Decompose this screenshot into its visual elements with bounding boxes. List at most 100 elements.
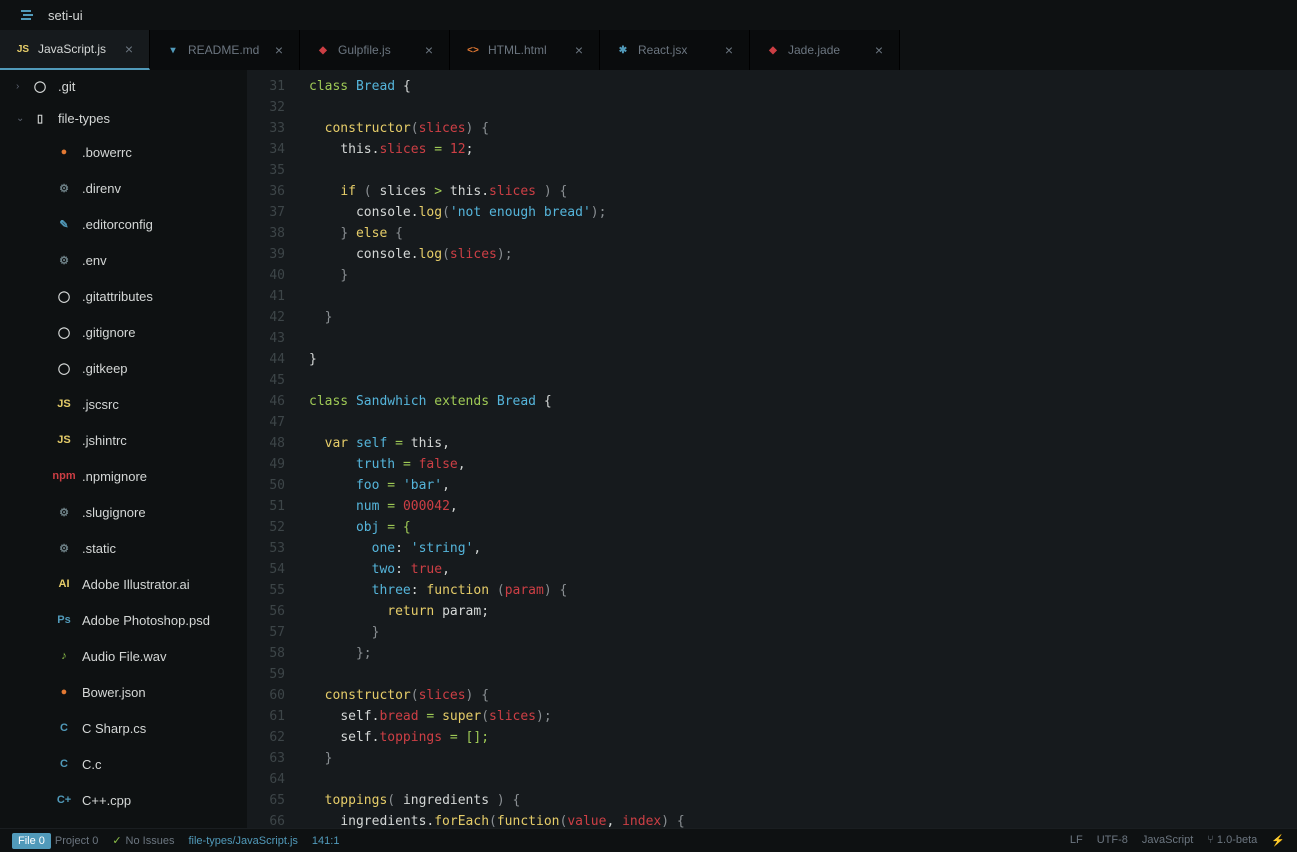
line-gutter: 31 32 33 34 35 36 37 38 39 40 41 42 43 4… [247, 70, 297, 828]
code-content[interactable]: class Bread { constructor(slices) { this… [297, 70, 1297, 828]
close-icon[interactable]: × [725, 42, 733, 58]
file-label: Adobe Photoshop.psd [82, 613, 210, 628]
file-icon: C+ [56, 792, 72, 808]
tree-label: .git [58, 79, 75, 94]
file-item[interactable]: ◯ .gitkeep [0, 350, 247, 386]
tab-label: JavaScript.js [38, 42, 106, 56]
tab-label: Gulpfile.js [338, 43, 391, 57]
file-label: .gitkeep [82, 361, 128, 376]
editor: 31 32 33 34 35 36 37 38 39 40 41 42 43 4… [247, 70, 1297, 828]
file-label: .jshintrc [82, 433, 127, 448]
tree-label: file-types [58, 111, 110, 126]
tree-item-git[interactable]: › ◯ .git [0, 70, 247, 102]
check-icon: ✓ [112, 835, 121, 847]
tab-label: HTML.html [488, 43, 547, 57]
squirrel-icon[interactable]: ⚡ [1271, 834, 1285, 847]
file-icon: ✎ [56, 216, 72, 232]
tab-label: README.md [188, 43, 259, 57]
file-item[interactable]: ⚙.env [0, 242, 247, 278]
close-icon[interactable]: × [875, 42, 883, 58]
tab-html-html[interactable]: <> HTML.html × [450, 30, 600, 70]
file-item[interactable]: ✎ .editorconfig [0, 206, 247, 242]
tab-gulpfile-js[interactable]: ◆ Gulpfile.js × [300, 30, 450, 70]
status-project-count[interactable]: Project 0 [55, 835, 98, 847]
app-title: seti-ui [48, 8, 83, 23]
tab-javascript-js[interactable]: JS JavaScript.js × [0, 30, 150, 70]
git-branch-icon: ⑂ [1207, 834, 1214, 846]
status-language[interactable]: JavaScript [1142, 834, 1193, 847]
file-item[interactable]: ● Bower.json [0, 674, 247, 710]
file-item[interactable]: npm .npmignore [0, 458, 247, 494]
file-label: .npmignore [82, 469, 147, 484]
file-label: .jscsrc [82, 397, 119, 412]
file-item[interactable]: ◯.gitattributes [0, 278, 247, 314]
status-branch[interactable]: ⑂ 1.0-beta [1207, 834, 1257, 847]
file-icon: ● [56, 144, 72, 160]
file-icon: ⚙ [56, 252, 72, 268]
file-item[interactable]: JS .jscsrc [0, 386, 247, 422]
file-icon: ◯ [56, 324, 72, 340]
file-item[interactable]: ◆Cake PHP.ctp [0, 818, 247, 828]
file-type-icon: <> [466, 43, 480, 57]
folder-icon: ▯ [32, 110, 48, 126]
file-item[interactable]: ⚙ .slugignore [0, 494, 247, 530]
file-type-icon: ✱ [616, 43, 630, 57]
tab-react-jsx[interactable]: ✱ React.jsx × [600, 30, 750, 70]
file-icon: ♪ [56, 648, 72, 664]
file-icon: C [56, 720, 72, 736]
file-label: Audio File.wav [82, 649, 167, 664]
close-icon[interactable]: × [275, 42, 283, 58]
tab-label: React.jsx [638, 43, 687, 57]
file-item[interactable]: ♪ Audio File.wav [0, 638, 247, 674]
file-item[interactable]: ◯ .gitignore [0, 314, 247, 350]
file-item[interactable]: JS .jshintrc [0, 422, 247, 458]
status-encoding[interactable]: UTF-8 [1097, 834, 1128, 847]
file-label: C Sharp.cs [82, 721, 146, 736]
file-icon: Ps [56, 612, 72, 628]
file-label: .gitignore [82, 325, 135, 340]
close-icon[interactable]: × [425, 42, 433, 58]
file-type-icon: ▾ [166, 43, 180, 57]
file-label: .direnv [82, 181, 121, 196]
tab-readme-md[interactable]: ▾ README.md × [150, 30, 300, 70]
titlebar: seti-ui [0, 0, 1297, 30]
file-icon: ● [56, 684, 72, 700]
file-label: .bowerrc [82, 145, 132, 160]
tree-item-file-types[interactable]: ⌄ ▯ file-types [0, 102, 247, 134]
file-icon: JS [56, 432, 72, 448]
file-item[interactable]: ⚙.static [0, 530, 247, 566]
chevron-right-icon: › [16, 81, 26, 92]
file-icon: npm [56, 468, 72, 484]
app-logo-icon [20, 7, 36, 23]
close-icon[interactable]: × [575, 42, 583, 58]
file-icon: ◯ [56, 360, 72, 376]
file-type-icon: JS [16, 42, 30, 56]
file-label: C.c [82, 757, 102, 772]
statusbar: File 0 Project 0 ✓No Issues file-types/J… [0, 828, 1297, 852]
file-item[interactable]: Ps Adobe Photoshop.psd [0, 602, 247, 638]
file-item[interactable]: ● .bowerrc [0, 134, 247, 170]
status-cursor-pos[interactable]: 141:1 [312, 835, 340, 847]
status-issues[interactable]: ✓No Issues [112, 834, 174, 847]
file-icon: ⚙ [56, 504, 72, 520]
file-icon: ◯ [56, 288, 72, 304]
file-label: Adobe Illustrator.ai [82, 577, 190, 592]
close-icon[interactable]: × [125, 41, 133, 57]
status-file-count[interactable]: File 0 [12, 833, 51, 849]
file-item[interactable]: C+C++.cpp [0, 782, 247, 818]
file-item[interactable]: CC.c [0, 746, 247, 782]
file-label: .editorconfig [82, 217, 153, 232]
file-item[interactable]: ⚙.direnv [0, 170, 247, 206]
file-icon: JS [56, 396, 72, 412]
file-type-icon: ◆ [316, 43, 330, 57]
file-label: Bower.json [82, 685, 146, 700]
sidebar: › ◯ .git ⌄ ▯ file-types ●.bowerrc⚙.diren… [0, 70, 247, 828]
file-item[interactable]: AIAdobe Illustrator.ai [0, 566, 247, 602]
file-label: .slugignore [82, 505, 146, 520]
file-icon: ⚙ [56, 540, 72, 556]
status-line-ending[interactable]: LF [1070, 834, 1083, 847]
file-type-icon: ◆ [766, 43, 780, 57]
tab-jade-jade[interactable]: ◆Jade.jade× [750, 30, 900, 70]
file-item[interactable]: C C Sharp.cs [0, 710, 247, 746]
status-file-path[interactable]: file-types/JavaScript.js [188, 835, 297, 847]
